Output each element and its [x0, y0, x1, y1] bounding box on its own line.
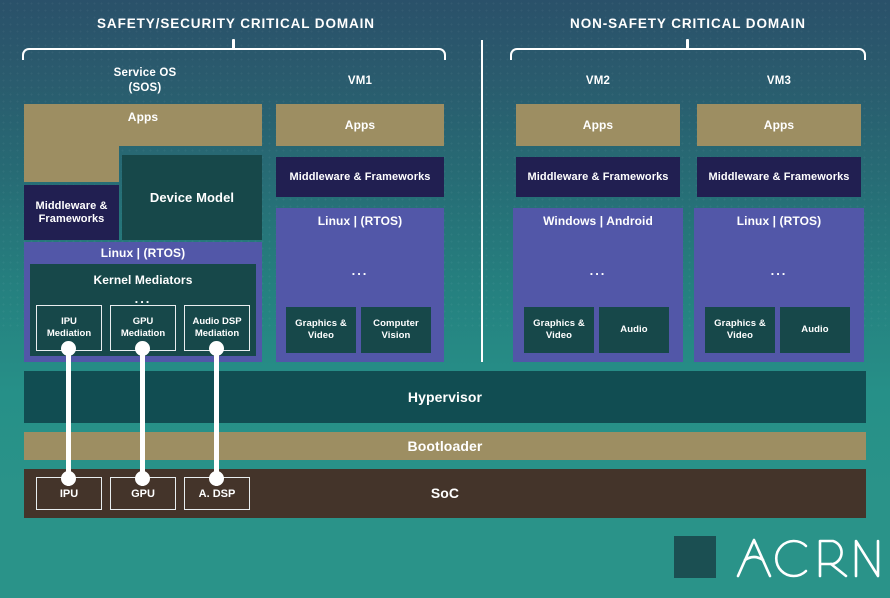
domain-bracket-safety	[22, 48, 446, 60]
vm2-middleware-block[interactable]: Middleware & Frameworks	[516, 157, 680, 197]
sos-mediation-gpu-line1: GPU	[132, 316, 154, 327]
acrn-logo-text	[736, 530, 886, 586]
domain-bracket-tick-non-safety	[686, 39, 689, 49]
sos-kernel-mediators-label: Kernel Mediators	[93, 272, 193, 287]
vm2-service-audio[interactable]: Audio	[599, 307, 669, 353]
domain-bracket-non-safety	[510, 48, 866, 60]
vm2-os-label: Windows | Android	[543, 213, 653, 228]
sos-os-label: Linux | (RTOS)	[100, 245, 186, 260]
connector-dot-gpu-bottom	[135, 471, 150, 486]
vm2-service-graphics-video[interactable]: Graphics & Video	[524, 307, 594, 353]
vm3-os-dots: ...	[694, 264, 864, 278]
vm1-service-0-line2: Video	[307, 330, 335, 341]
connector-line-ipu	[66, 348, 71, 486]
vm2-os-dots: ...	[513, 264, 683, 278]
vm3-service-1-line1: Audio	[801, 324, 829, 335]
vm1-os-label: Linux | (RTOS)	[317, 213, 403, 228]
vm1-service-computer-vision[interactable]: Computer Vision	[361, 307, 431, 353]
sos-mediation-audio-dsp-line2: Mediation	[194, 328, 240, 339]
column-label-vm3: VM3	[766, 75, 792, 87]
acrn-logo-mark	[674, 536, 716, 578]
vm3-middleware-block[interactable]: Middleware & Frameworks	[697, 157, 861, 197]
vm1-service-1-line1: Computer	[373, 318, 419, 329]
vm3-service-0-line2: Video	[726, 330, 754, 341]
domain-divider	[481, 40, 483, 362]
vm1-service-graphics-video[interactable]: Graphics & Video	[286, 307, 356, 353]
column-label-sos: Service OS (SOS)	[22, 66, 268, 96]
acrn-logo-letters	[736, 538, 880, 578]
sos-mediation-ipu-line1: IPU	[61, 316, 77, 327]
vm1-apps-block[interactable]: Apps	[276, 104, 444, 146]
sos-mediation-gpu-line2: Mediation	[120, 328, 166, 339]
connector-dot-audio-dsp-top	[209, 341, 224, 356]
bootloader-bar[interactable]: Bootloader	[24, 432, 866, 460]
column-label-sos-line2: (SOS)	[128, 82, 162, 94]
vm2-dots-text: ...	[589, 263, 607, 278]
vm3-apps-block[interactable]: Apps	[697, 104, 861, 146]
sos-mediation-audio-dsp-line1: Audio DSP	[192, 316, 242, 327]
vm3-service-audio[interactable]: Audio	[780, 307, 850, 353]
sos-device-model-block[interactable]: Device Model	[122, 155, 262, 240]
connector-dot-ipu-top	[61, 341, 76, 356]
vm2-service-1-line1: Audio	[620, 324, 648, 335]
sos-middleware-block[interactable]: Middleware & Frameworks	[24, 185, 119, 240]
vm1-os-dots: ...	[276, 264, 444, 278]
sos-apps-block[interactable]: Apps	[24, 104, 262, 146]
column-label-vm2: VM2	[585, 75, 611, 87]
sos-apps-block-extension[interactable]	[24, 146, 119, 182]
acrn-architecture-diagram: SAFETY/SECURITY CRITICAL DOMAIN Service …	[0, 0, 890, 598]
vm3-dots-text: ...	[770, 263, 788, 278]
vm1-service-1-line2: Vision	[381, 330, 411, 341]
vm1-service-0-line1: Graphics &	[295, 318, 347, 329]
connector-dot-audio-dsp-bottom	[209, 471, 224, 486]
sos-middleware-line1: Middleware &	[35, 199, 108, 212]
vm1-dots-text: ...	[351, 263, 369, 278]
vm2-service-0-line2: Video	[545, 330, 573, 341]
domain-title-safety: SAFETY/SECURITY CRITICAL DOMAIN	[97, 16, 375, 31]
vm3-service-graphics-video[interactable]: Graphics & Video	[705, 307, 775, 353]
hypervisor-bar[interactable]: Hypervisor	[24, 371, 866, 423]
vm1-middleware-block[interactable]: Middleware & Frameworks	[276, 157, 444, 197]
column-label-sos-line1: Service OS	[113, 67, 177, 79]
vm2-service-0-line1: Graphics &	[533, 318, 585, 329]
sos-middleware-line2: Frameworks	[38, 212, 105, 225]
domain-bracket-tick-safety	[232, 39, 235, 49]
connector-line-gpu	[140, 348, 145, 486]
domain-title-non-safety: NON-SAFETY CRITICAL DOMAIN	[570, 16, 806, 31]
vm2-apps-block[interactable]: Apps	[516, 104, 680, 146]
sos-kernel-mediators-dots: ...	[134, 291, 152, 306]
connector-line-audio-dsp	[214, 348, 219, 486]
connector-dot-gpu-top	[135, 341, 150, 356]
sos-mediation-ipu-line2: Mediation	[46, 328, 92, 339]
connector-dot-ipu-bottom	[61, 471, 76, 486]
column-label-vm1: VM1	[347, 75, 373, 87]
vm3-os-label: Linux | (RTOS)	[736, 213, 822, 228]
vm3-service-0-line1: Graphics &	[714, 318, 766, 329]
